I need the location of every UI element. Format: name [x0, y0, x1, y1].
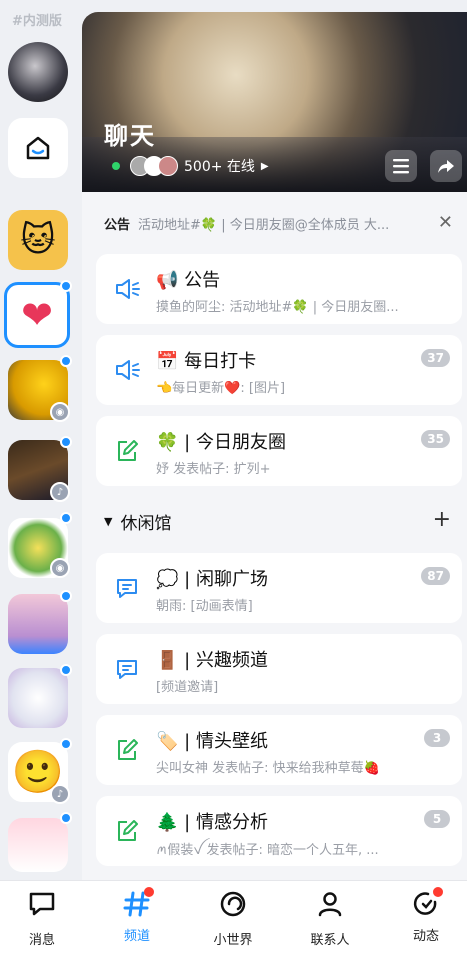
- card-emoji: 🏷️: [156, 731, 179, 752]
- unread-dot: [60, 738, 72, 750]
- tab-label: 小世界: [213, 933, 253, 948]
- unread-dot: [60, 812, 72, 824]
- edit-icon: [118, 739, 138, 760]
- card-title: 公告: [184, 270, 221, 291]
- tab-channels[interactable]: 频道: [97, 887, 177, 944]
- channel-banner: 聊天 500+ 在线 ▶: [82, 12, 467, 192]
- notice-text: 活动地址#🍀 | 今日朋友圈@全体成员 大...: [138, 217, 390, 233]
- share-button[interactable]: [430, 150, 462, 182]
- card-emoji: 🌲: [156, 812, 179, 833]
- tab-world[interactable]: 小世界: [193, 889, 273, 948]
- section-header[interactable]: ▼ 休闲馆 +: [82, 507, 467, 534]
- channel-panel: 聊天 500+ 在线 ▶ 公告 活动地址#🍀 | 今日朋友圈@全体成员 大...…: [82, 12, 467, 880]
- tab-label: 消息: [28, 933, 55, 948]
- card-emoji: 🚪: [156, 650, 179, 671]
- guild-witch[interactable]: [8, 594, 68, 654]
- card-title: | 闲聊广场: [184, 569, 268, 590]
- edit-icon: [118, 440, 138, 461]
- unread-dot: [60, 280, 72, 292]
- channel-card-checkin[interactable]: 📅 每日打卡 👈每日更新❤️: [图片] 37: [96, 335, 462, 405]
- beta-label: #内测版: [12, 14, 62, 29]
- tab-label: 动态: [412, 929, 439, 944]
- unread-badge: 87: [421, 567, 450, 585]
- channel-card-moments[interactable]: 🍀 | 今日朋友圈 妤 发表帖子: 扩列+ 35: [96, 416, 462, 486]
- card-title: 每日打卡: [184, 351, 257, 372]
- card-emoji: 📢: [156, 270, 179, 291]
- add-channel-icon[interactable]: +: [433, 507, 451, 532]
- notice-bar[interactable]: 公告 活动地址#🍀 | 今日朋友圈@全体成员 大... ✕: [82, 208, 467, 238]
- channel-card-emotion[interactable]: 🌲 | 情感分析 ꪔ假装ꪜ 发表帖子: 暗恋一个人五年, ... 5: [96, 796, 462, 866]
- card-subtitle: ꪔ假装ꪜ 发表帖子: 暗恋一个人五年, ...: [156, 843, 379, 858]
- voice-icon: ◉: [50, 402, 70, 422]
- unread-badge: 35: [421, 430, 450, 448]
- card-emoji: 📅: [156, 351, 179, 372]
- card-subtitle: 摸鱼的阿尘: 活动地址#🍀 | 今日朋友圈...: [156, 300, 399, 315]
- card-title: | 情头壁纸: [184, 731, 268, 752]
- online-count: 500+ 在线: [184, 159, 255, 175]
- member-avatar: [158, 156, 178, 176]
- notification-dot: [433, 887, 443, 897]
- card-subtitle: [频道邀请]: [156, 680, 219, 695]
- tab-messages[interactable]: 消息: [2, 889, 82, 948]
- unread-dot: [60, 664, 72, 676]
- unread-dot: [60, 436, 72, 448]
- card-subtitle: 妤 发表帖子: 扩列+: [156, 462, 271, 477]
- unread-dot: [60, 355, 72, 367]
- chat-icon: [117, 579, 137, 598]
- message-icon: [29, 892, 55, 916]
- section-name: 休闲馆: [120, 513, 172, 534]
- card-title: | 情感分析: [184, 812, 268, 833]
- music-icon: ♪: [50, 784, 70, 804]
- edit-icon: [118, 820, 138, 841]
- card-subtitle: 朝雨: [动画表情]: [156, 599, 253, 614]
- card-title: | 兴趣频道: [184, 650, 268, 671]
- home-icon: [26, 136, 50, 160]
- close-icon[interactable]: ✕: [438, 212, 453, 233]
- tab-label: 频道: [123, 929, 150, 944]
- channel-card-wallpaper[interactable]: 🏷️ | 情头壁纸 尖叫女神 发表帖子: 快来给我种草莓🍓 3: [96, 715, 462, 785]
- guild-heart[interactable]: ❤: [4, 282, 70, 348]
- tab-feed[interactable]: 动态: [386, 887, 466, 944]
- card-title: | 今日朋友圈: [184, 432, 286, 453]
- online-indicator[interactable]: 500+ 在线 ▶: [112, 156, 269, 176]
- chat-icon: [117, 660, 137, 679]
- unread-badge: 5: [424, 810, 450, 828]
- contacts-icon: [318, 892, 342, 917]
- share-icon: [438, 160, 454, 173]
- card-subtitle: 👈每日更新❤️: [图片]: [156, 381, 286, 396]
- channel-card-interest[interactable]: 🚪 | 兴趣频道 [频道邀请]: [96, 634, 462, 704]
- channel-card-chat-plaza[interactable]: 💭 | 闲聊广场 朝雨: [动画表情] 87: [96, 553, 462, 623]
- menu-button[interactable]: [385, 150, 417, 182]
- music-icon: ♪: [50, 482, 70, 502]
- tab-label: 联系人: [310, 933, 350, 948]
- home-button[interactable]: [8, 118, 68, 178]
- notice-label: 公告: [104, 217, 131, 233]
- channel-card-announcement[interactable]: 📢 公告 摸鱼的阿尘: 活动地址#🍀 | 今日朋友圈...: [96, 254, 462, 324]
- notification-dot: [144, 887, 154, 897]
- speaker-icon: [116, 360, 140, 380]
- unread-dot: [60, 512, 72, 524]
- card-emoji: 🍀: [156, 432, 179, 453]
- menu-icon: [393, 159, 409, 174]
- tab-contacts[interactable]: 联系人: [290, 889, 370, 948]
- speaker-icon: [116, 279, 140, 299]
- guild-rabbit[interactable]: [8, 818, 68, 872]
- world-icon: [220, 891, 246, 917]
- unread-badge: 3: [424, 729, 450, 747]
- unread-dot: [60, 590, 72, 602]
- card-emoji: 💭: [156, 569, 179, 590]
- caret-down-icon: ▼: [104, 514, 113, 528]
- guild-rail: #内测版 🐱 ❤ ◉ ♪ ◉ 🙂 ♪: [0, 0, 82, 880]
- unread-badge: 37: [421, 349, 450, 367]
- card-subtitle: 尖叫女神 发表帖子: 快来给我种草莓🍓: [156, 761, 380, 776]
- online-dot: [112, 162, 120, 170]
- guild-anime[interactable]: [8, 668, 68, 728]
- guild-cat[interactable]: 🐱: [8, 210, 68, 270]
- user-avatar[interactable]: [8, 42, 68, 102]
- chevron-right-icon: ▶: [260, 160, 269, 172]
- channel-title: 聊天: [104, 122, 156, 150]
- bottom-tab-bar: 消息 频道 小世界 联系人 动态: [0, 880, 467, 967]
- voice-icon: ◉: [50, 558, 70, 578]
